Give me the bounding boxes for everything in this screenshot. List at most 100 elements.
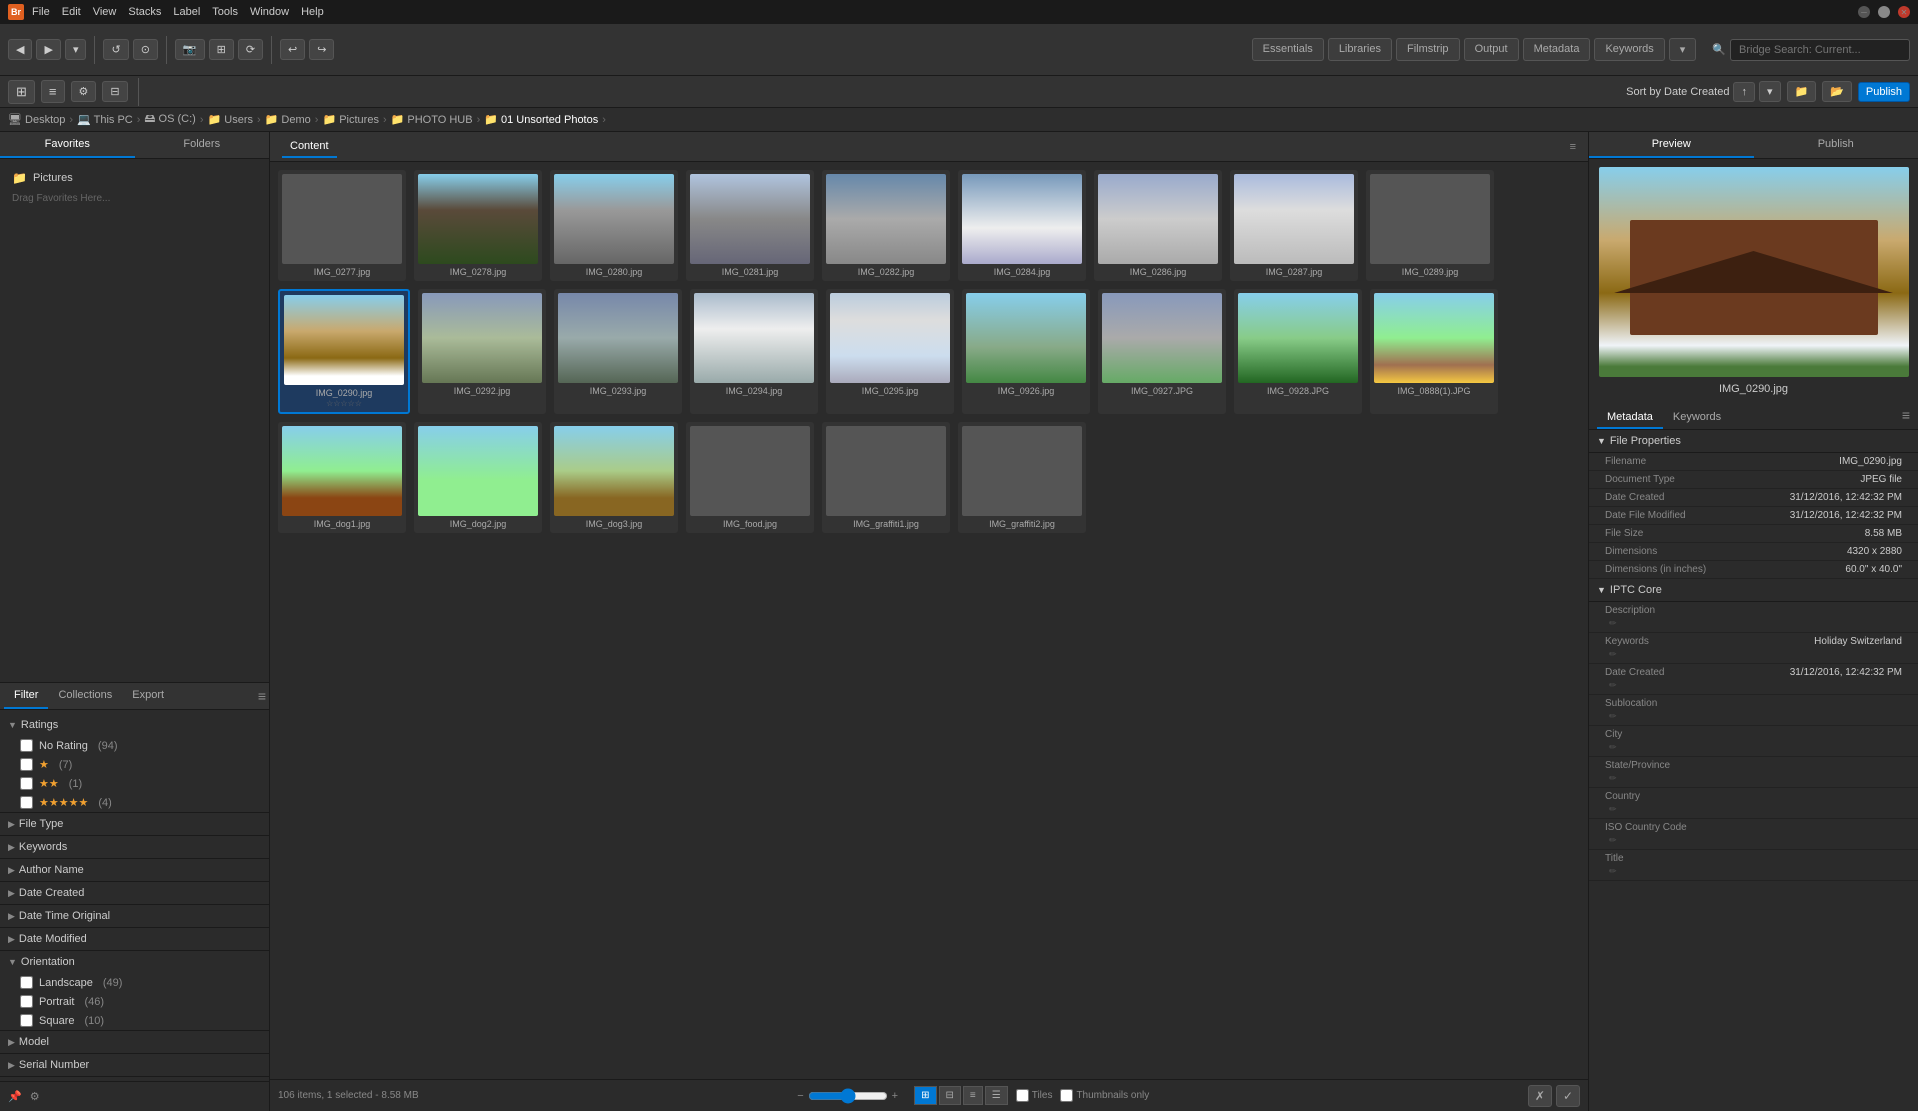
filter-no-rating[interactable]: No Rating (94) (0, 736, 270, 755)
filter-portrait[interactable]: Portrait (46) (0, 992, 270, 1011)
zoom-control[interactable]: − + (797, 1088, 898, 1104)
tab-output[interactable]: Output (1464, 38, 1519, 61)
iptc-city-val[interactable] (1755, 729, 1903, 740)
list-item[interactable]: IMG_0927.JPG (1098, 289, 1226, 414)
list-view-btn2[interactable]: ☰ (985, 1086, 1008, 1105)
1star-checkbox[interactable] (20, 758, 33, 771)
filter-filetype-header[interactable]: ▶ File Type (0, 813, 270, 835)
tab-publish[interactable]: Publish (1754, 132, 1918, 158)
filter-author-header[interactable]: ▶ Author Name (0, 859, 270, 881)
bc-pictures[interactable]: 📁 Pictures (322, 113, 379, 126)
iptc-core-header[interactable]: ▼ IPTC Core (1589, 579, 1918, 602)
reject-button[interactable]: ✗ (1528, 1085, 1552, 1107)
filter-2star[interactable]: ★★ (1) (0, 774, 270, 793)
zoom-minus-icon[interactable]: − (797, 1090, 803, 1102)
pin-icon[interactable]: 📌 (8, 1090, 22, 1103)
list-item[interactable]: IMG_dog2.jpg (414, 422, 542, 533)
2star-checkbox[interactable] (20, 777, 33, 790)
bc-users[interactable]: 📁 Users (208, 113, 253, 126)
bc-thispc[interactable]: 💻 This PC (77, 113, 133, 126)
filter-menu-icon[interactable]: ≡ (258, 688, 266, 704)
edit-icon9[interactable]: ✏ (1609, 866, 1753, 877)
list-item[interactable]: IMG_dog3.jpg (550, 422, 678, 533)
nav-dropdown[interactable]: ▾ (65, 39, 87, 60)
camera-button[interactable]: 📷 (175, 39, 205, 60)
batch-rename-btn[interactable]: ⊟ (102, 81, 127, 102)
list-item[interactable]: IMG_0928.JPG (1234, 289, 1362, 414)
list-item[interactable]: IMG_dog1.jpg (278, 422, 406, 533)
list-item[interactable]: IMG_0292.jpg (418, 289, 546, 414)
list-item[interactable]: IMG_0295.jpg (826, 289, 954, 414)
iptc-stateprovince-val[interactable] (1755, 760, 1903, 771)
filter-ratings-header[interactable]: ▼ Ratings (0, 714, 270, 736)
list-item[interactable]: IMG_0287.jpg (1230, 170, 1358, 281)
tab-essentials[interactable]: Essentials (1252, 38, 1324, 61)
bc-photohub[interactable]: 📁 PHOTO HUB (391, 113, 473, 126)
bc-desktop[interactable]: 🖥 Desktop (8, 113, 65, 126)
content-menu-icon[interactable]: ≡ (1570, 141, 1576, 153)
list-item[interactable]: IMG_0280.jpg (550, 170, 678, 281)
menu-label[interactable]: Label (173, 6, 200, 18)
tab-libraries[interactable]: Libraries (1328, 38, 1392, 61)
edit-icon2[interactable]: ✏ (1609, 649, 1753, 660)
thumbnails-only-checkbox[interactable] (1060, 1089, 1073, 1102)
metadata-tabs[interactable]: Metadata Keywords ≡ (1589, 403, 1918, 430)
sort-dropdown[interactable]: ▾ (1759, 81, 1781, 102)
nav-buttons[interactable]: ◀ ▶ ▾ ↺ ⊙ 📷 ⊞ ⟳ ↩ ↪ (8, 36, 334, 64)
filter-datemodified-header[interactable]: ▶ Date Modified (0, 928, 270, 950)
landscape-checkbox[interactable] (20, 976, 33, 989)
menu-window[interactable]: Window (250, 6, 289, 18)
menu-tools[interactable]: Tools (212, 6, 238, 18)
tab-export[interactable]: Export (122, 683, 174, 709)
menu-edit[interactable]: Edit (62, 6, 81, 18)
sort-order-btn[interactable]: ↑ (1733, 82, 1755, 102)
edit-icon[interactable]: ✏ (1609, 618, 1753, 629)
list-item[interactable]: IMG_graffiti1.jpg (822, 422, 950, 533)
edit-icon8[interactable]: ✏ (1609, 835, 1753, 846)
view-buttons[interactable]: ⊞ ⊟ ≡ ☰ (914, 1086, 1008, 1105)
tab-metadata[interactable]: Metadata (1597, 407, 1663, 429)
file-properties-header[interactable]: ▼ File Properties (1589, 430, 1918, 453)
tab-favorites[interactable]: Favorites (0, 132, 135, 158)
list-view-btn[interactable]: ≡ (41, 80, 65, 103)
bc-demo[interactable]: 📁 Demo (265, 113, 311, 126)
iptc-isocountrycode-val[interactable] (1755, 822, 1903, 833)
right-panel-tabs[interactable]: Preview Publish (1589, 132, 1918, 159)
edit-icon6[interactable]: ✏ (1609, 773, 1753, 784)
menu-view[interactable]: View (93, 6, 117, 18)
list-item[interactable]: IMG_0926.jpg (962, 289, 1090, 414)
zoom-slider[interactable] (808, 1088, 888, 1104)
publish-btn[interactable]: Publish (1858, 82, 1910, 102)
settings-icon[interactable]: ⚙ (30, 1090, 40, 1103)
edit-icon7[interactable]: ✏ (1609, 804, 1753, 815)
list-item[interactable]: IMG_0289.jpg (1366, 170, 1494, 281)
tab-filmstrip[interactable]: Filmstrip (1396, 38, 1460, 61)
tab-preview[interactable]: Preview (1589, 132, 1754, 158)
batch-button[interactable]: ⊞ (209, 39, 234, 60)
menu-stacks[interactable]: Stacks (128, 6, 161, 18)
filter-1star[interactable]: ★ (7) (0, 755, 270, 774)
edit-icon4[interactable]: ✏ (1609, 711, 1753, 722)
filter-serialnumber-header[interactable]: ▶ Serial Number (0, 1054, 270, 1076)
square-checkbox[interactable] (20, 1014, 33, 1027)
search-input[interactable] (1730, 39, 1910, 61)
close-button[interactable]: ✕ (1898, 6, 1910, 18)
filter-keywords-header[interactable]: ▶ Keywords (0, 836, 270, 858)
list-item[interactable]: IMG_0281.jpg (686, 170, 814, 281)
list-item[interactable]: IMG_0286.jpg (1094, 170, 1222, 281)
list-item[interactable]: IMG_0277.jpg (278, 170, 406, 281)
approve-buttons[interactable]: ✗ ✓ (1528, 1085, 1580, 1107)
undo-button[interactable]: ↩ (280, 39, 305, 60)
filter-5star[interactable]: ★★★★★ (4) (0, 793, 270, 812)
zoom-plus-icon[interactable]: + (892, 1090, 898, 1102)
list-item[interactable]: IMG_0290.jpg ☆☆☆☆☆ (278, 289, 410, 414)
list-item[interactable]: IMG_0294.jpg (690, 289, 818, 414)
compact-view-btn[interactable]: ⊟ (939, 1086, 961, 1105)
list-item[interactable]: IMG_0278.jpg (414, 170, 542, 281)
minimize-button[interactable]: ─ (1858, 6, 1870, 18)
tab-content[interactable]: Content (282, 136, 337, 158)
tab-keywords[interactable]: Keywords (1594, 38, 1664, 61)
back-button[interactable]: ◀ (8, 39, 32, 60)
list-item[interactable]: IMG_0293.jpg (554, 289, 682, 414)
window-controls[interactable]: ─ □ ✕ (1858, 6, 1910, 18)
